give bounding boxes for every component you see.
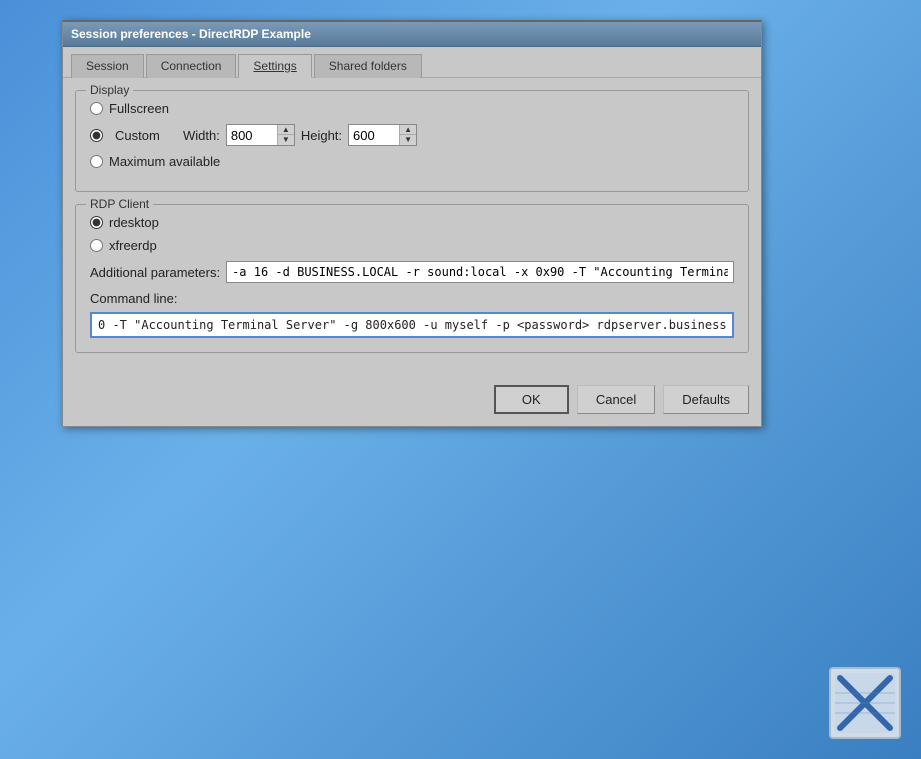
tab-shared-folders[interactable]: Shared folders (314, 54, 422, 78)
defaults-button[interactable]: Defaults (663, 385, 749, 414)
tabs-bar: Session Connection Settings Shared folde… (63, 47, 761, 78)
maximum-row: Maximum available (90, 154, 734, 169)
xfreerdp-label[interactable]: xfreerdp (109, 238, 157, 253)
rdesktop-label[interactable]: rdesktop (109, 215, 159, 230)
width-down-button[interactable]: ▼ (278, 135, 294, 145)
ok-button[interactable]: OK (494, 385, 569, 414)
buttons-row: OK Cancel Defaults (63, 377, 761, 426)
height-up-button[interactable]: ▲ (400, 125, 416, 135)
fullscreen-radio[interactable] (90, 102, 103, 115)
x11-logo-svg (835, 673, 895, 733)
custom-radio[interactable] (90, 129, 103, 142)
rdp-group-label: RDP Client (86, 197, 153, 211)
tab-settings[interactable]: Settings (238, 54, 311, 78)
additional-params-label: Additional parameters: (90, 265, 220, 280)
x11-logo (829, 667, 901, 739)
custom-row: Custom Width: ▲ ▼ Height: ▲ ▼ (90, 124, 734, 146)
display-group-label: Display (86, 83, 133, 97)
custom-label[interactable]: Custom (115, 128, 165, 143)
height-spinner: ▲ ▼ (348, 124, 417, 146)
fullscreen-row: Fullscreen (90, 101, 734, 116)
height-down-button[interactable]: ▼ (400, 135, 416, 145)
rdp-group: RDP Client rdesktop xfreerdp Additional … (75, 204, 749, 353)
title-bar: Session preferences - DirectRDP Example (63, 22, 761, 47)
title-text: Session preferences - DirectRDP Example (71, 27, 311, 41)
fullscreen-label[interactable]: Fullscreen (109, 101, 169, 116)
command-line-section: Command line: (90, 291, 734, 338)
command-line-label: Command line: (90, 291, 734, 306)
xfreerdp-row: xfreerdp (90, 238, 734, 253)
width-label: Width: (183, 128, 220, 143)
display-group: Display Fullscreen Custom Width: ▲ ▼ Hei… (75, 90, 749, 192)
maximum-label[interactable]: Maximum available (109, 154, 220, 169)
cancel-button[interactable]: Cancel (577, 385, 655, 414)
rdesktop-radio[interactable] (90, 216, 103, 229)
additional-params-row: Additional parameters: (90, 261, 734, 283)
width-up-button[interactable]: ▲ (278, 125, 294, 135)
rdesktop-row: rdesktop (90, 215, 734, 230)
additional-params-input[interactable] (226, 261, 734, 283)
tab-session[interactable]: Session (71, 54, 144, 78)
width-input[interactable] (227, 125, 277, 145)
height-label: Height: (301, 128, 342, 143)
dialog-content: Display Fullscreen Custom Width: ▲ ▼ Hei… (63, 78, 761, 377)
width-spinner: ▲ ▼ (226, 124, 295, 146)
height-input[interactable] (349, 125, 399, 145)
dialog-window: Session preferences - DirectRDP Example … (62, 20, 762, 427)
tab-connection[interactable]: Connection (146, 54, 237, 78)
maximum-radio[interactable] (90, 155, 103, 168)
command-line-input[interactable] (90, 312, 734, 338)
xfreerdp-radio[interactable] (90, 239, 103, 252)
